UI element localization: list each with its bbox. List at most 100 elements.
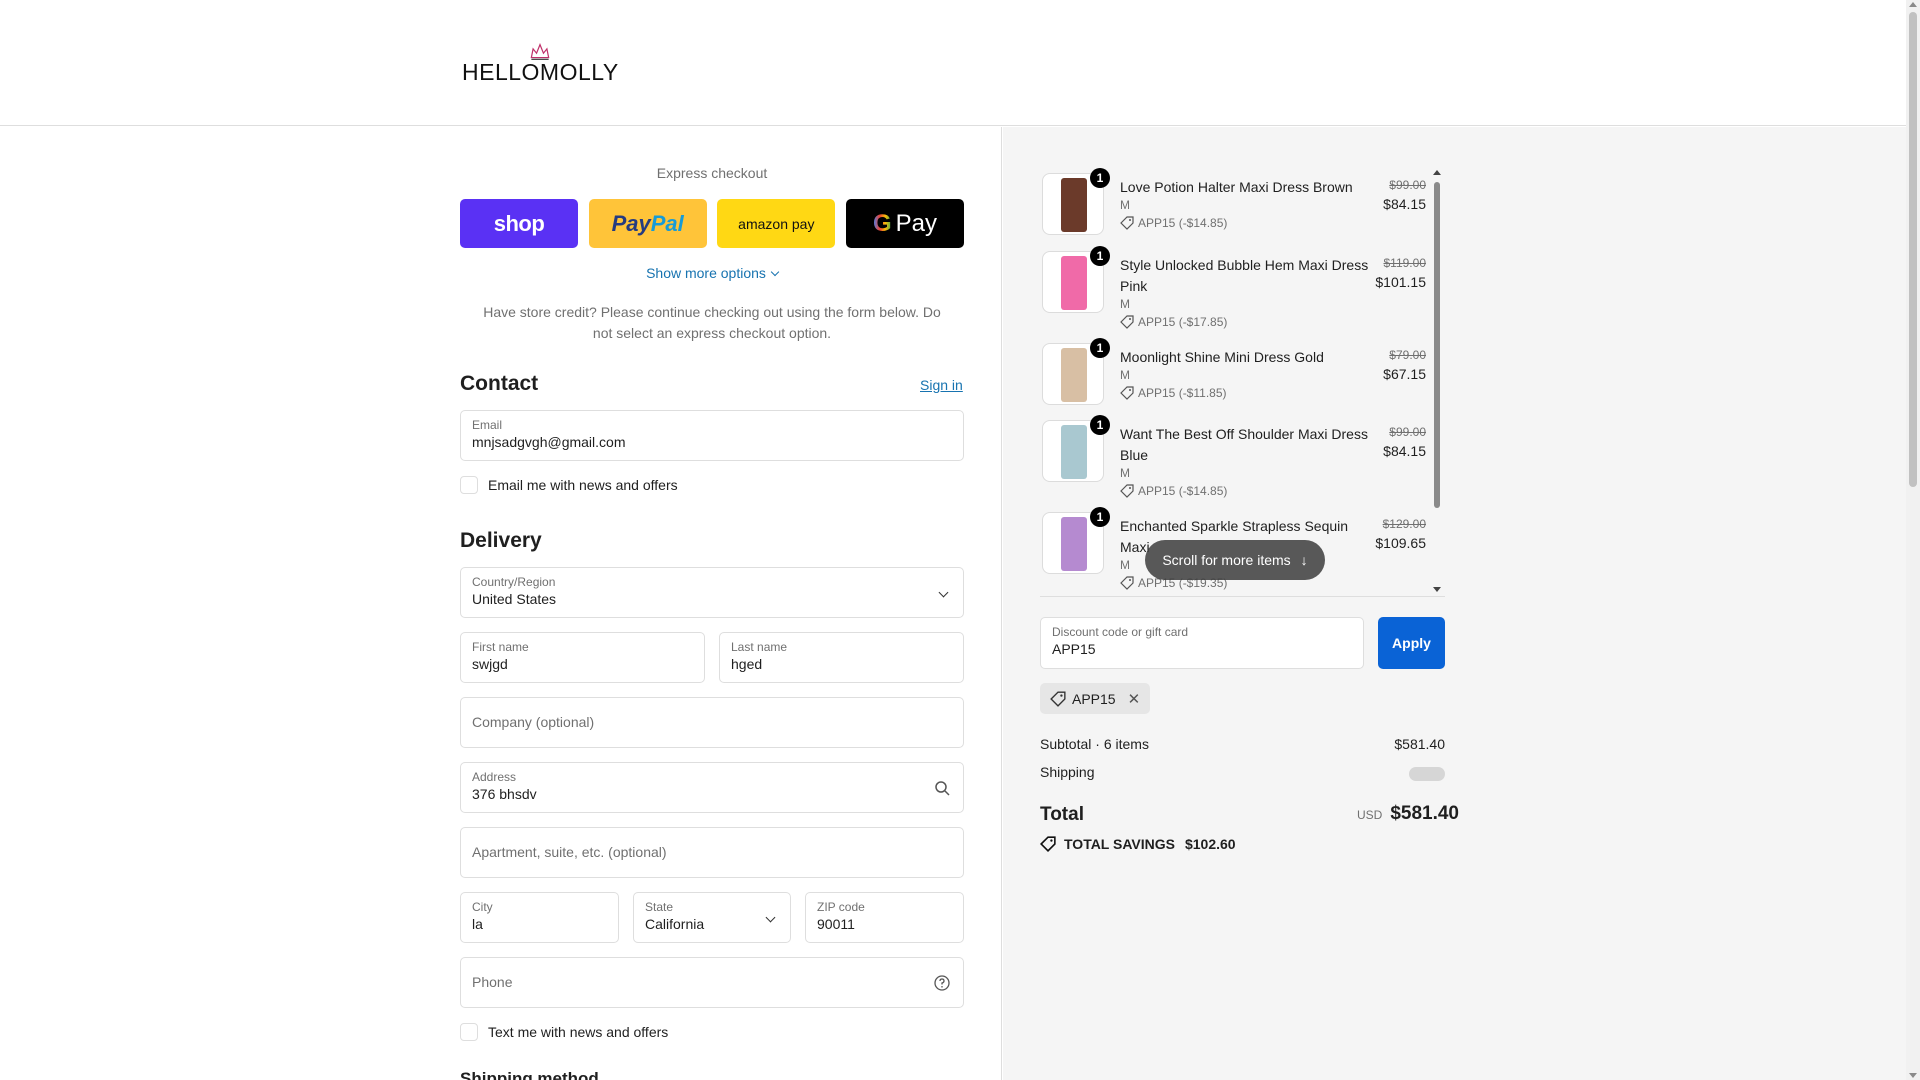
item-name: Love Potion Halter Maxi Dress Brown — [1120, 179, 1353, 195]
tag-icon — [1040, 836, 1056, 852]
sms-opt-in-checkbox[interactable] — [460, 1023, 478, 1041]
discount-code-input[interactable]: Discount code or gift card APP15 — [1040, 617, 1364, 669]
cart-items-list[interactable]: 1 Love Potion Halter Maxi Dress Brown M … — [1040, 165, 1445, 595]
scroll-up-arrow-icon[interactable] — [1909, 2, 1917, 7]
items-scrollbar[interactable] — [1433, 168, 1441, 594]
scroll-down-arrow-icon[interactable] — [1433, 587, 1441, 592]
city-field[interactable]: City la — [460, 892, 619, 943]
express-checkout-title: Express checkout — [656, 165, 768, 181]
total-savings: TOTAL SAVINGS $102.60 — [1040, 836, 1236, 852]
scroll-for-more-button[interactable]: Scroll for more items ↓ — [1145, 540, 1325, 580]
item-variant: M — [1120, 297, 1130, 311]
item-price-original: $99.00 — [1389, 178, 1426, 192]
tag-icon — [1120, 484, 1134, 498]
items-divider — [1040, 596, 1445, 597]
address-field[interactable]: Address 376 bhsdv — [460, 762, 964, 813]
chevron-down-icon — [938, 587, 949, 598]
item-discount-label: APP15 (-$17.85) — [1138, 315, 1228, 329]
subtotal-value: $581.40 — [1394, 736, 1445, 752]
shop-pay-label: shop — [493, 210, 545, 236]
google-pay-button[interactable]: G Pay — [845, 199, 964, 248]
zip-field[interactable]: ZIP code 90011 — [805, 892, 964, 943]
item-price: $84.15 — [1383, 196, 1426, 212]
page-scrollbar-thumb[interactable] — [1909, 12, 1917, 487]
item-price-original: $79.00 — [1389, 348, 1426, 362]
state-select[interactable]: State California — [633, 892, 791, 943]
item-price: $67.15 — [1383, 366, 1426, 382]
first-name-label: First name — [472, 640, 529, 654]
show-more-options-label: Show more options — [646, 265, 766, 281]
currency-code: USD — [1356, 808, 1383, 822]
company-field[interactable]: Company (optional) — [460, 697, 964, 748]
shipping-row: Shipping — [1040, 764, 1445, 781]
item-variant: M — [1120, 198, 1130, 212]
sms-opt-in-row[interactable]: Text me with news and offers — [460, 1023, 668, 1041]
remove-discount-icon[interactable]: ✕ — [1128, 690, 1141, 708]
last-name-value: hged — [731, 656, 763, 672]
page-scrollbar[interactable] — [1906, 0, 1920, 1080]
quantity-badge: 1 — [1090, 507, 1110, 527]
shipping-loading-placeholder — [1409, 767, 1445, 781]
subtotal-label: Subtotal · 6 items — [1040, 736, 1149, 752]
chevron-down-icon — [765, 912, 776, 923]
items-scrollbar-thumb[interactable] — [1434, 182, 1440, 508]
email-opt-in-row[interactable]: Email me with news and offers — [460, 476, 678, 494]
country-label: Country/Region — [472, 575, 556, 589]
tag-icon — [1120, 576, 1134, 590]
total-label: Total — [1040, 804, 1084, 825]
item-price-original: $129.00 — [1382, 517, 1426, 531]
search-icon — [935, 781, 950, 796]
last-name-label: Last name — [731, 640, 788, 654]
country-select[interactable]: Country/Region United States — [460, 567, 964, 618]
first-name-field[interactable]: First name swjgd — [460, 632, 705, 683]
quantity-badge: 1 — [1090, 338, 1110, 358]
item-discount: APP15 (-$17.85) — [1120, 315, 1227, 329]
item-discount-label: APP15 (-$14.85) — [1138, 216, 1228, 230]
brand-logo[interactable]: HELLOMOLLY — [462, 42, 619, 86]
applied-discount-tag: APP15 ✕ — [1040, 683, 1151, 714]
address-value: 376 bhsdv — [472, 786, 537, 802]
email-opt-in-checkbox[interactable] — [460, 476, 478, 494]
cart-item: 1 Want The Best Off Shoulder Maxi Dress … — [1040, 412, 1430, 498]
item-discount: APP15 (-$14.85) — [1120, 484, 1227, 498]
delivery-title: Delivery — [460, 529, 542, 552]
item-discount-label: APP15 (-$14.85) — [1138, 484, 1228, 498]
item-discount-label: APP15 (-$11.85) — [1138, 386, 1227, 400]
scroll-down-arrow-icon[interactable] — [1909, 1073, 1917, 1078]
item-discount: APP15 (-$14.85) — [1120, 216, 1227, 230]
amazon-pay-button[interactable]: amazon pay — [717, 199, 836, 248]
item-price-original: $119.00 — [1383, 256, 1427, 270]
google-pay-label: Pay — [895, 209, 937, 237]
item-variant: M — [1120, 558, 1130, 572]
item-name: Style Unlocked Bubble Hem Maxi Dress Pin… — [1120, 257, 1369, 294]
phone-field[interactable]: Phone — [460, 957, 964, 1008]
email-label: Email — [472, 418, 503, 432]
discount-code-value: APP15 — [1052, 641, 1096, 657]
quantity-badge: 1 — [1090, 415, 1110, 435]
phone-placeholder: Phone — [472, 974, 513, 990]
amazon-pay-label: amazon pay — [738, 215, 815, 232]
zip-label: ZIP code — [817, 900, 865, 914]
apartment-field[interactable]: Apartment, suite, etc. (optional) — [460, 827, 964, 878]
help-icon[interactable] — [933, 974, 951, 992]
email-field[interactable]: Email mnjsadgvgh@gmail.com — [460, 410, 964, 461]
shipping-method-title: Shipping method — [460, 1069, 599, 1080]
zip-value: 90011 — [817, 916, 855, 932]
paypal-button[interactable]: Pay Pal — [588, 199, 707, 248]
country-value: United States — [472, 591, 557, 607]
first-name-value: swjgd — [472, 656, 508, 672]
arrow-down-icon: ↓ — [1300, 552, 1308, 568]
show-more-options-link[interactable]: Show more options — [460, 265, 964, 281]
savings-label: TOTAL SAVINGS — [1064, 836, 1175, 852]
shipping-label: Shipping — [1040, 764, 1095, 780]
sign-in-link[interactable]: Sign in — [920, 377, 963, 393]
shop-pay-button[interactable]: shop — [460, 199, 578, 248]
scroll-up-arrow-icon[interactable] — [1433, 170, 1441, 175]
applied-discount-code: APP15 — [1072, 690, 1116, 707]
quantity-badge: 1 — [1090, 168, 1110, 188]
apply-discount-button[interactable]: Apply — [1378, 617, 1445, 669]
last-name-field[interactable]: Last name hged — [719, 632, 964, 683]
store-credit-note: Have store credit? Please continue check… — [483, 304, 941, 341]
logo-text: HELLOMOLLY — [462, 59, 619, 85]
item-name: Moonlight Shine Mini Dress Gold — [1120, 349, 1324, 365]
